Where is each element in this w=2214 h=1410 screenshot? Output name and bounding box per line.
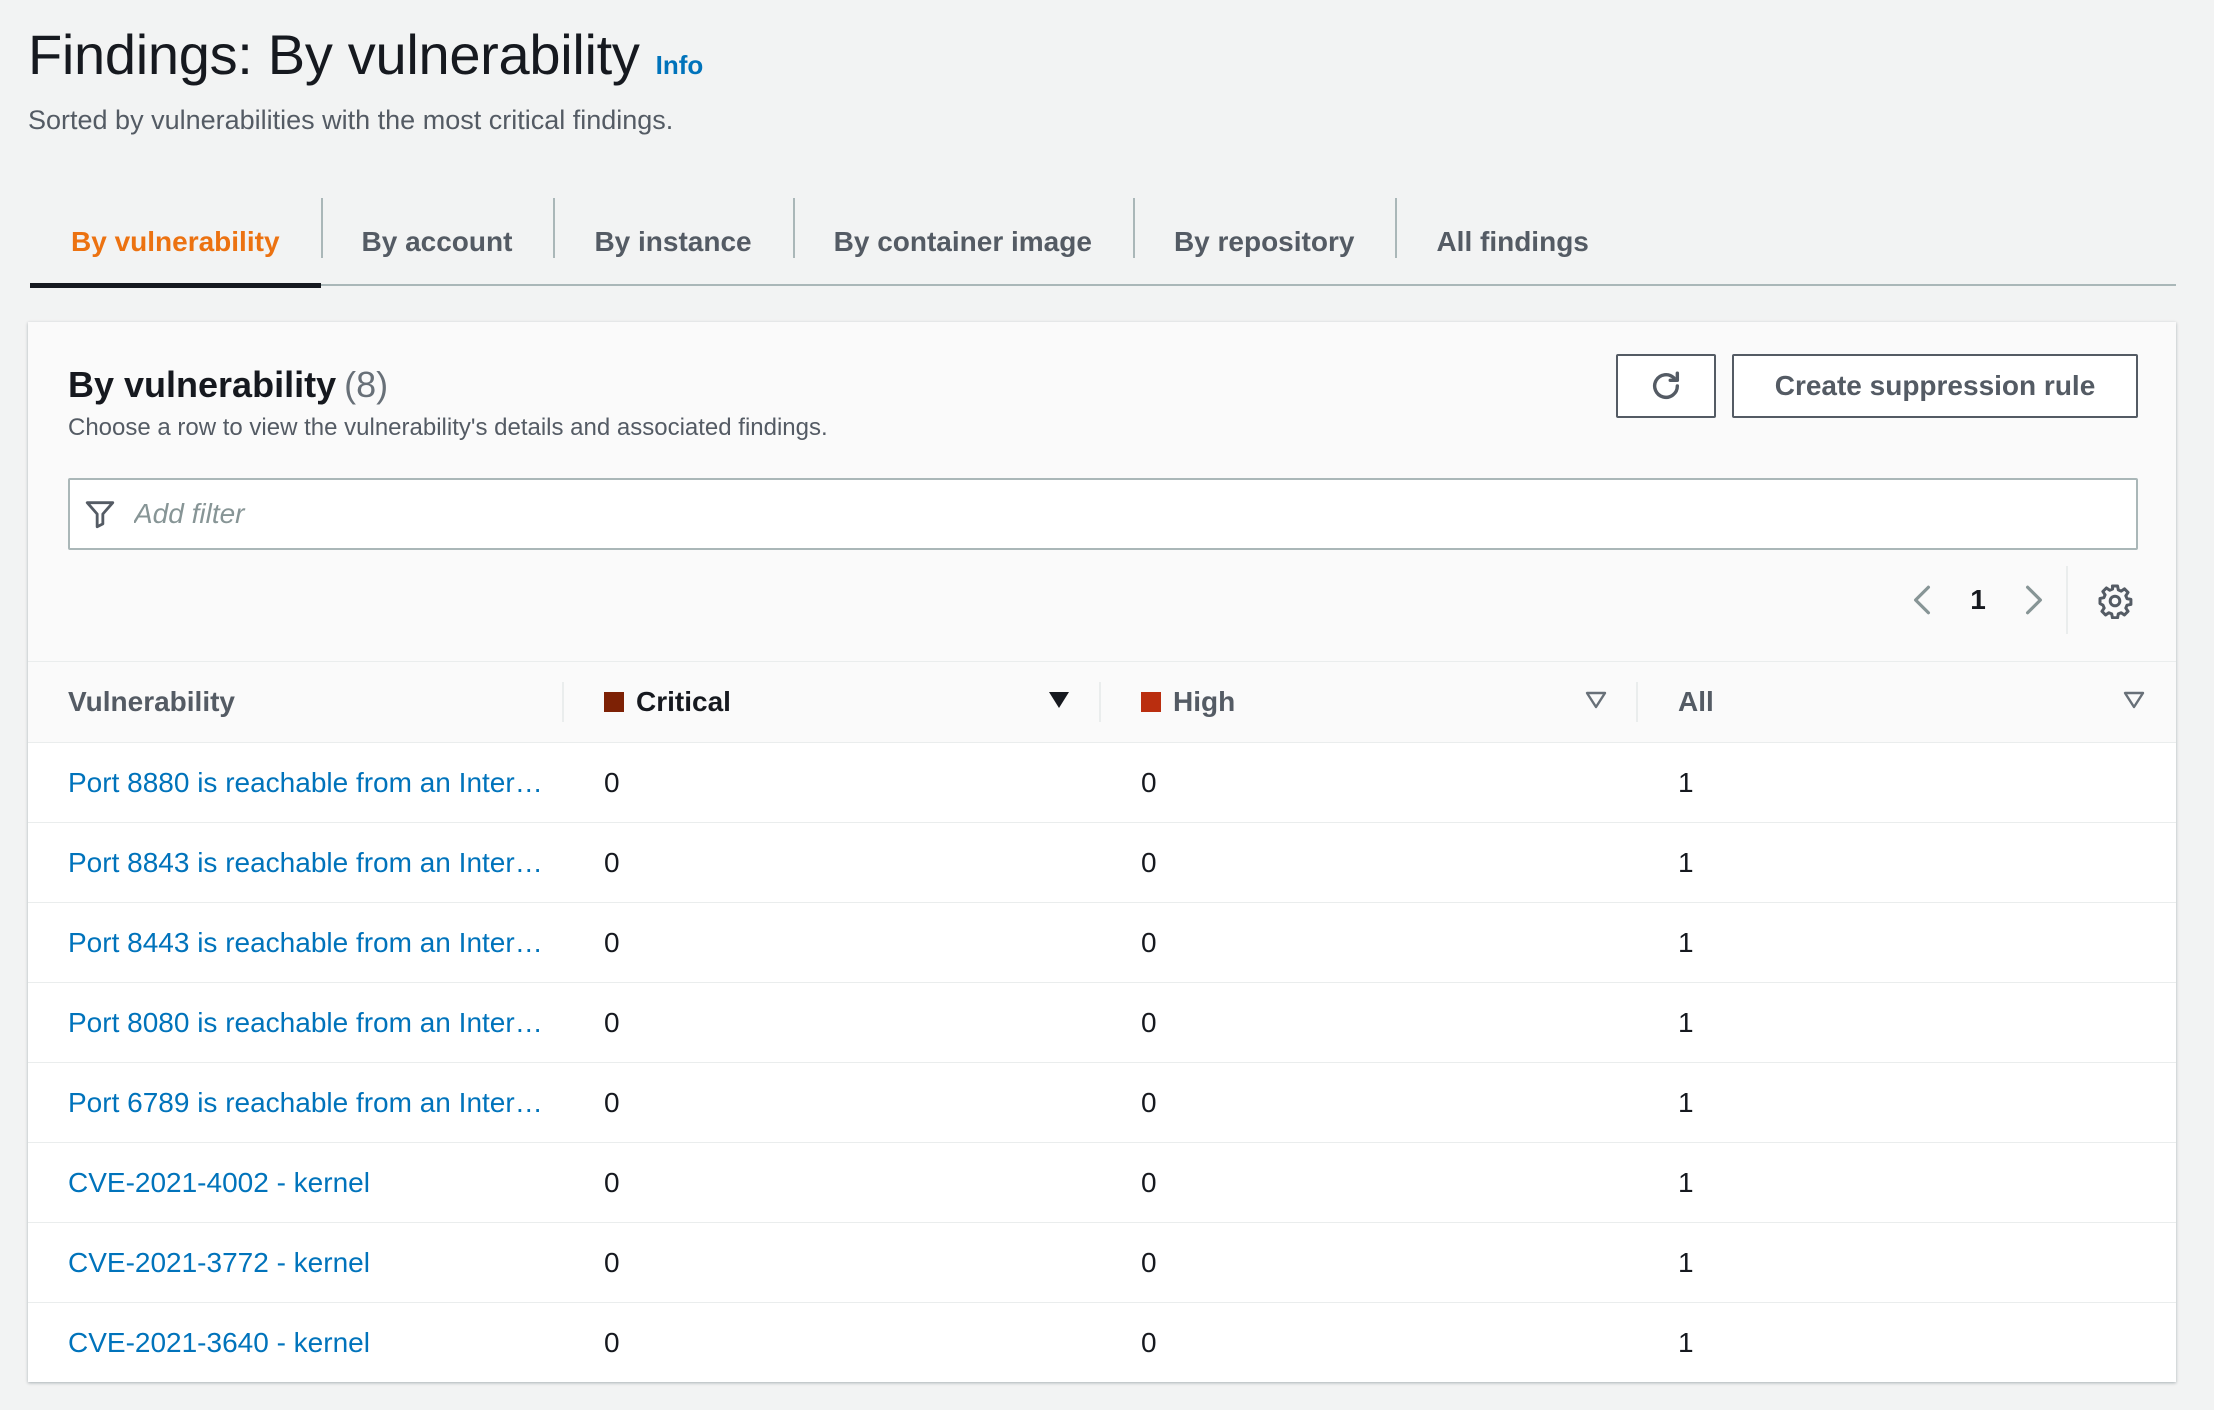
- vulnerability-cell: CVE-2021-3772 - kernel: [28, 1223, 564, 1303]
- column-header-critical[interactable]: Critical: [564, 662, 1101, 743]
- vulnerability-link[interactable]: Port 8843 is reachable from an Internet …: [68, 847, 548, 879]
- pager-divider: [2066, 566, 2068, 634]
- column-label-critical: Critical: [636, 686, 731, 717]
- critical-count-cell: 0: [604, 1166, 620, 1198]
- all-count-cell: 1: [1678, 1246, 1694, 1278]
- vulnerability-link[interactable]: CVE-2021-3772 - kernel: [68, 1247, 548, 1279]
- high-count-cell: 0: [1141, 926, 1157, 958]
- high-count-cell: 0: [1141, 1166, 1157, 1198]
- findings-table-container: By vulnerability (8) Choose a row to view…: [28, 322, 2176, 1382]
- table-row[interactable]: CVE-2021-3640 - kernel 0 0 1: [28, 1303, 2176, 1383]
- page-header: Findings: By vulnerability Info Sorted b…: [28, 22, 703, 136]
- table-row[interactable]: Port 6789 is reachable from an Internet …: [28, 1063, 2176, 1143]
- critical-count-cell: 0: [604, 1326, 620, 1358]
- table-title-text: By vulnerability: [68, 364, 337, 405]
- table-row[interactable]: Port 8843 is reachable from an Internet …: [28, 823, 2176, 903]
- vulnerability-cell: Port 6789 is reachable from an Internet …: [28, 1063, 564, 1143]
- gear-icon: [2098, 584, 2133, 619]
- column-header-all[interactable]: All: [1638, 662, 2176, 743]
- table-row[interactable]: Port 8080 is reachable from an Internet …: [28, 983, 2176, 1063]
- all-count-cell: 1: [1678, 846, 1694, 878]
- previous-page-button[interactable]: [1904, 578, 1940, 622]
- column-label-vulnerability: Vulnerability: [68, 686, 236, 717]
- vulnerability-link[interactable]: Port 8443 is reachable from an Internet …: [68, 927, 548, 959]
- all-count-cell: 1: [1678, 1166, 1694, 1198]
- title-row: Findings: By vulnerability Info: [28, 22, 703, 87]
- tab-by-repository[interactable]: By repository: [1132, 198, 1396, 286]
- vulnerability-cell: CVE-2021-4002 - kernel: [28, 1143, 564, 1223]
- high-count-cell: 0: [1141, 1086, 1157, 1118]
- chevron-left-icon: [1914, 585, 1930, 615]
- page-number-button[interactable]: 1: [1958, 578, 1998, 622]
- vulnerability-link[interactable]: CVE-2021-3640 - kernel: [68, 1327, 548, 1359]
- column-header-high[interactable]: High: [1101, 662, 1638, 743]
- sort-descending-icon[interactable]: [1047, 690, 1071, 710]
- table-row[interactable]: Port 8880 is reachable from an Internet …: [28, 743, 2176, 823]
- info-link[interactable]: Info: [656, 50, 704, 81]
- critical-severity-icon: [604, 692, 624, 712]
- tab-bar: By vulnerability By account By instance …: [30, 198, 2176, 288]
- table-count: (8): [344, 364, 389, 405]
- page-title: Findings: By vulnerability: [28, 23, 640, 86]
- table-row[interactable]: Port 8443 is reachable from an Internet …: [28, 903, 2176, 983]
- all-count-cell: 1: [1678, 766, 1694, 798]
- table-body: Port 8880 is reachable from an Internet …: [28, 743, 2176, 1383]
- tab-all-findings[interactable]: All findings: [1395, 198, 1629, 286]
- table-row[interactable]: CVE-2021-3772 - kernel 0 0 1: [28, 1223, 2176, 1303]
- column-label-all: All: [1678, 686, 1714, 717]
- tab-by-instance[interactable]: By instance: [553, 198, 792, 286]
- critical-count-cell: 0: [604, 846, 620, 878]
- table-description: Choose a row to view the vulnerability's…: [68, 414, 828, 441]
- table-row[interactable]: CVE-2021-4002 - kernel 0 0 1: [28, 1143, 2176, 1223]
- vulnerability-link[interactable]: Port 8080 is reachable from an Internet …: [68, 1007, 548, 1039]
- tab-by-container-image[interactable]: By container image: [792, 198, 1133, 286]
- vulnerability-cell: CVE-2021-3640 - kernel: [28, 1303, 564, 1383]
- critical-count-cell: 0: [604, 926, 620, 958]
- tab-by-account[interactable]: By account: [320, 198, 554, 286]
- create-suppression-rule-button[interactable]: Create suppression rule: [1732, 354, 2138, 418]
- findings-table: Vulnerability Critical High All Port 888…: [28, 662, 2176, 1383]
- preferences-button[interactable]: [2090, 576, 2140, 626]
- high-count-cell: 0: [1141, 766, 1157, 798]
- filter-bar: [68, 478, 2138, 550]
- all-count-cell: 1: [1678, 1086, 1694, 1118]
- all-count-cell: 1: [1678, 1326, 1694, 1358]
- column-label-high: High: [1173, 686, 1236, 717]
- next-page-button[interactable]: [2016, 578, 2052, 622]
- critical-count-cell: 0: [604, 1246, 620, 1278]
- vulnerability-link[interactable]: Port 6789 is reachable from an Internet …: [68, 1087, 548, 1119]
- refresh-button[interactable]: [1616, 354, 1716, 418]
- vulnerability-link[interactable]: CVE-2021-4002 - kernel: [68, 1167, 548, 1199]
- high-count-cell: 0: [1141, 846, 1157, 878]
- vulnerability-cell: Port 8843 is reachable from an Internet …: [28, 823, 564, 903]
- vulnerability-cell: Port 8880 is reachable from an Internet …: [28, 743, 564, 823]
- filter-input[interactable]: [134, 498, 2034, 530]
- vulnerability-link[interactable]: Port 8880 is reachable from an Internet …: [68, 767, 548, 799]
- table-header-row: Vulnerability Critical High All: [28, 662, 2176, 743]
- critical-count-cell: 0: [604, 1006, 620, 1038]
- high-count-cell: 0: [1141, 1006, 1157, 1038]
- high-count-cell: 0: [1141, 1246, 1157, 1278]
- sort-icon[interactable]: [1584, 690, 1608, 710]
- table-title: By vulnerability (8): [68, 364, 388, 406]
- tab-by-vulnerability[interactable]: By vulnerability: [30, 198, 321, 288]
- vulnerability-cell: Port 8080 is reachable from an Internet …: [28, 983, 564, 1063]
- chevron-right-icon: [2026, 585, 2042, 615]
- page: Findings: By vulnerability Info Sorted b…: [0, 0, 2214, 1410]
- high-severity-icon: [1141, 692, 1161, 712]
- table-header-panel: By vulnerability (8) Choose a row to view…: [28, 322, 2176, 662]
- sort-icon[interactable]: [2122, 690, 2146, 710]
- column-header-vulnerability[interactable]: Vulnerability: [28, 662, 564, 743]
- all-count-cell: 1: [1678, 1006, 1694, 1038]
- vulnerability-cell: Port 8443 is reachable from an Internet …: [28, 903, 564, 983]
- all-count-cell: 1: [1678, 926, 1694, 958]
- high-count-cell: 0: [1141, 1326, 1157, 1358]
- page-subtitle: Sorted by vulnerabilities with the most …: [28, 105, 674, 135]
- refresh-icon: [1652, 371, 1680, 399]
- critical-count-cell: 0: [604, 766, 620, 798]
- filter-icon: [80, 494, 120, 534]
- critical-count-cell: 0: [604, 1086, 620, 1118]
